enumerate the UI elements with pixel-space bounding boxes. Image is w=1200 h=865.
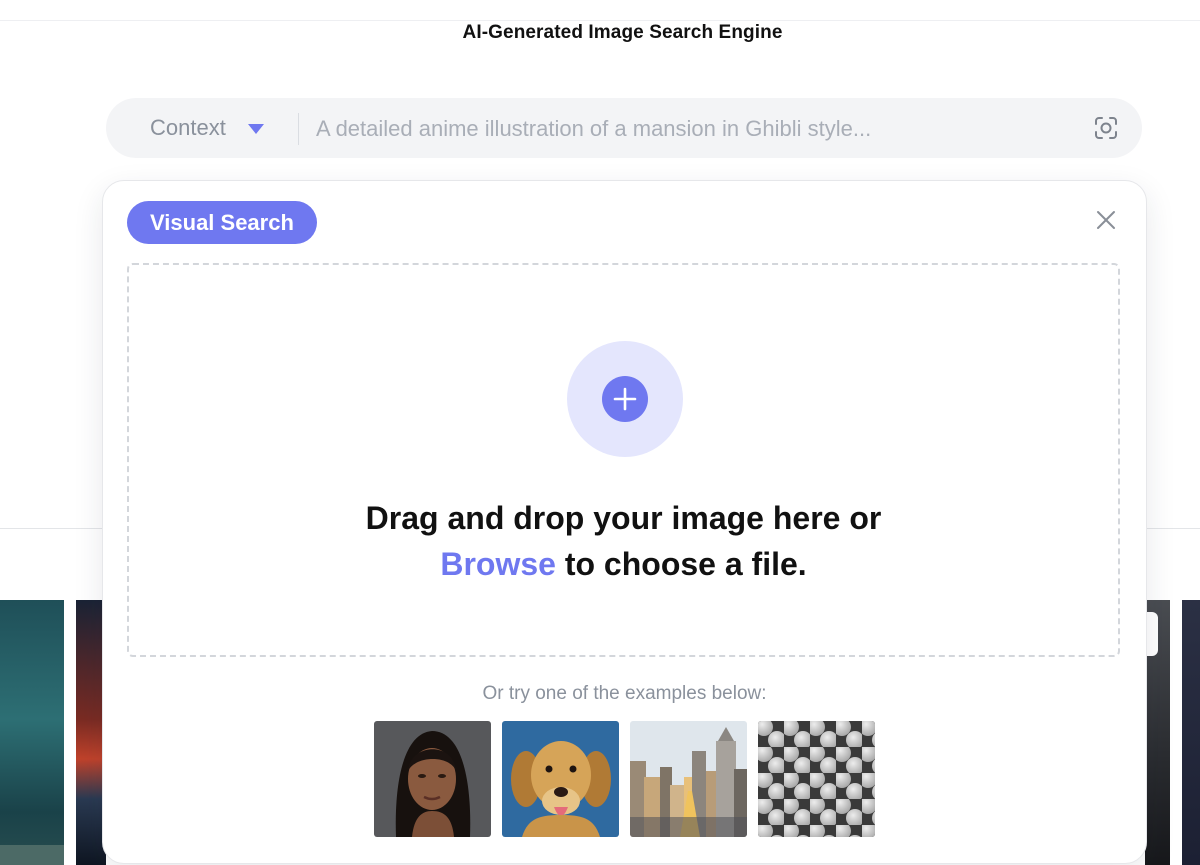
visual-search-badge: Visual Search xyxy=(127,201,317,244)
example-city-skyline[interactable] xyxy=(630,721,747,837)
example-thumbnails xyxy=(374,721,875,837)
chevron-down-icon xyxy=(247,124,264,134)
context-label: Context xyxy=(150,115,226,140)
example-woman-portrait[interactable] xyxy=(374,721,491,837)
dropzone-line-2: Browse to choose a file. xyxy=(129,541,1118,587)
example-golden-retriever[interactable] xyxy=(502,721,619,837)
examples-caption: Or try one of the examples below: xyxy=(482,683,767,704)
page-title: AI-Generated Image Search Engine xyxy=(462,22,783,43)
gallery-image-ocean[interactable] xyxy=(0,600,64,865)
example-gray-dot-pattern[interactable] xyxy=(758,721,875,837)
upload-button[interactable] xyxy=(567,341,683,457)
search-divider xyxy=(298,113,299,145)
image-dropzone[interactable]: Drag and drop your image here or Browse … xyxy=(127,263,1120,657)
top-divider xyxy=(0,20,1200,21)
dropzone-instructions: Drag and drop your image here or Browse … xyxy=(129,495,1118,587)
browse-link[interactable]: Browse xyxy=(440,546,556,582)
context-select[interactable]: Context xyxy=(150,98,264,158)
search-input[interactable] xyxy=(314,108,1078,150)
dropzone-line-2-rest: to choose a file. xyxy=(555,546,807,582)
close-icon[interactable] xyxy=(1093,207,1119,233)
image-search-icon[interactable] xyxy=(1092,114,1120,142)
gallery-image-night[interactable] xyxy=(1182,600,1200,865)
dropzone-line-1: Drag and drop your image here or xyxy=(365,500,882,536)
search-bar: Context xyxy=(106,98,1142,158)
plus-icon xyxy=(602,376,648,422)
visual-search-modal: Visual Search Drag and drop your image h… xyxy=(102,180,1147,864)
